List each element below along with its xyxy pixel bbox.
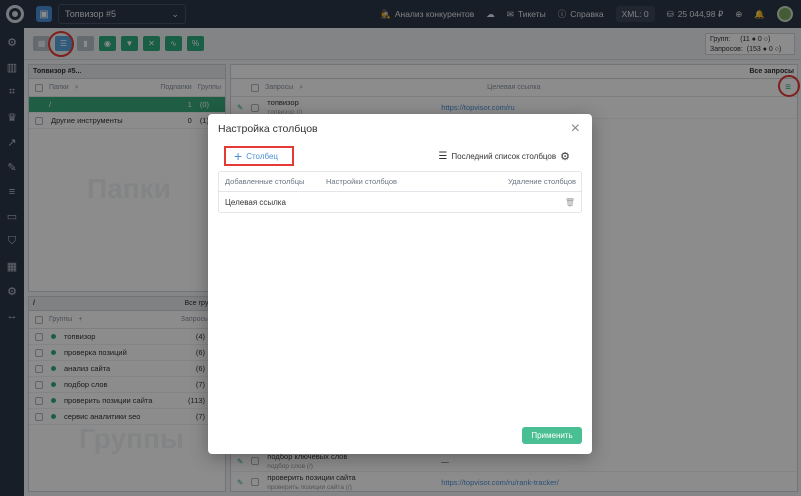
add-column-label: Столбец bbox=[246, 151, 279, 161]
plus-icon: + bbox=[234, 148, 243, 164]
added-columns-header: Добавленные столбцы bbox=[225, 177, 305, 186]
delete-columns-header: Удаление столбцов bbox=[507, 177, 576, 186]
last-columns-list-button[interactable]: ☰ Последний список столбцов ⚙ bbox=[438, 150, 570, 163]
last-columns-list-label: Последний список столбцов bbox=[451, 152, 557, 161]
trash-icon[interactable]: 🗑 bbox=[565, 198, 575, 207]
columns-table: Добавленные столбцы Настройки столбцов У… bbox=[218, 171, 582, 213]
add-column-button[interactable]: + Столбец bbox=[224, 146, 294, 166]
modal-title: Настройка столбцов bbox=[218, 123, 318, 135]
column-row[interactable]: Целевая ссылка 🗑 bbox=[219, 192, 581, 212]
column-settings-modal: Настройка столбцов × + Столбец ☰ Последн… bbox=[208, 114, 592, 454]
column-settings-header: Настройки столбцов bbox=[326, 177, 398, 186]
column-name: Целевая ссылка bbox=[225, 197, 286, 207]
gear-icon[interactable]: ⚙ bbox=[560, 150, 570, 163]
close-icon[interactable]: × bbox=[571, 120, 580, 138]
list-icon: ☰ bbox=[438, 151, 448, 162]
apply-button[interactable]: Применить bbox=[522, 427, 582, 444]
